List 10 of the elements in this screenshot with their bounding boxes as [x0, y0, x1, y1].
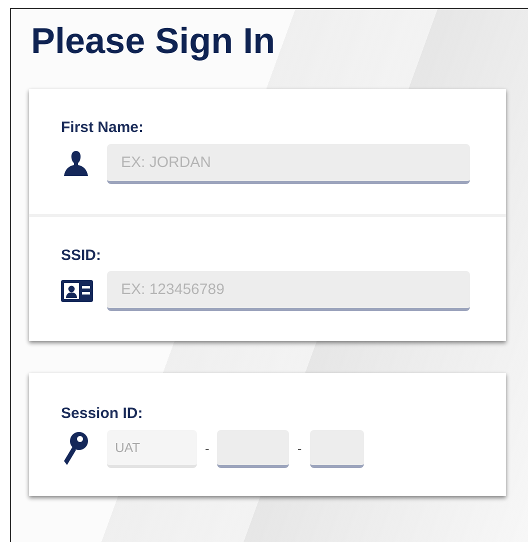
- separator: -: [297, 440, 302, 458]
- text-field[interactable]: EX: JORDAN: [107, 144, 470, 184]
- text-field[interactable]: EX: 123456789: [107, 271, 470, 311]
- field-label: SSID:: [61, 246, 102, 266]
- session-field[interactable]: [310, 430, 364, 468]
- session-field[interactable]: [217, 430, 290, 468]
- separator: -: [205, 440, 210, 458]
- page-title: Please Sign In: [31, 23, 276, 59]
- field-label: Session ID:: [61, 404, 144, 424]
- field-label: First Name:: [61, 118, 145, 138]
